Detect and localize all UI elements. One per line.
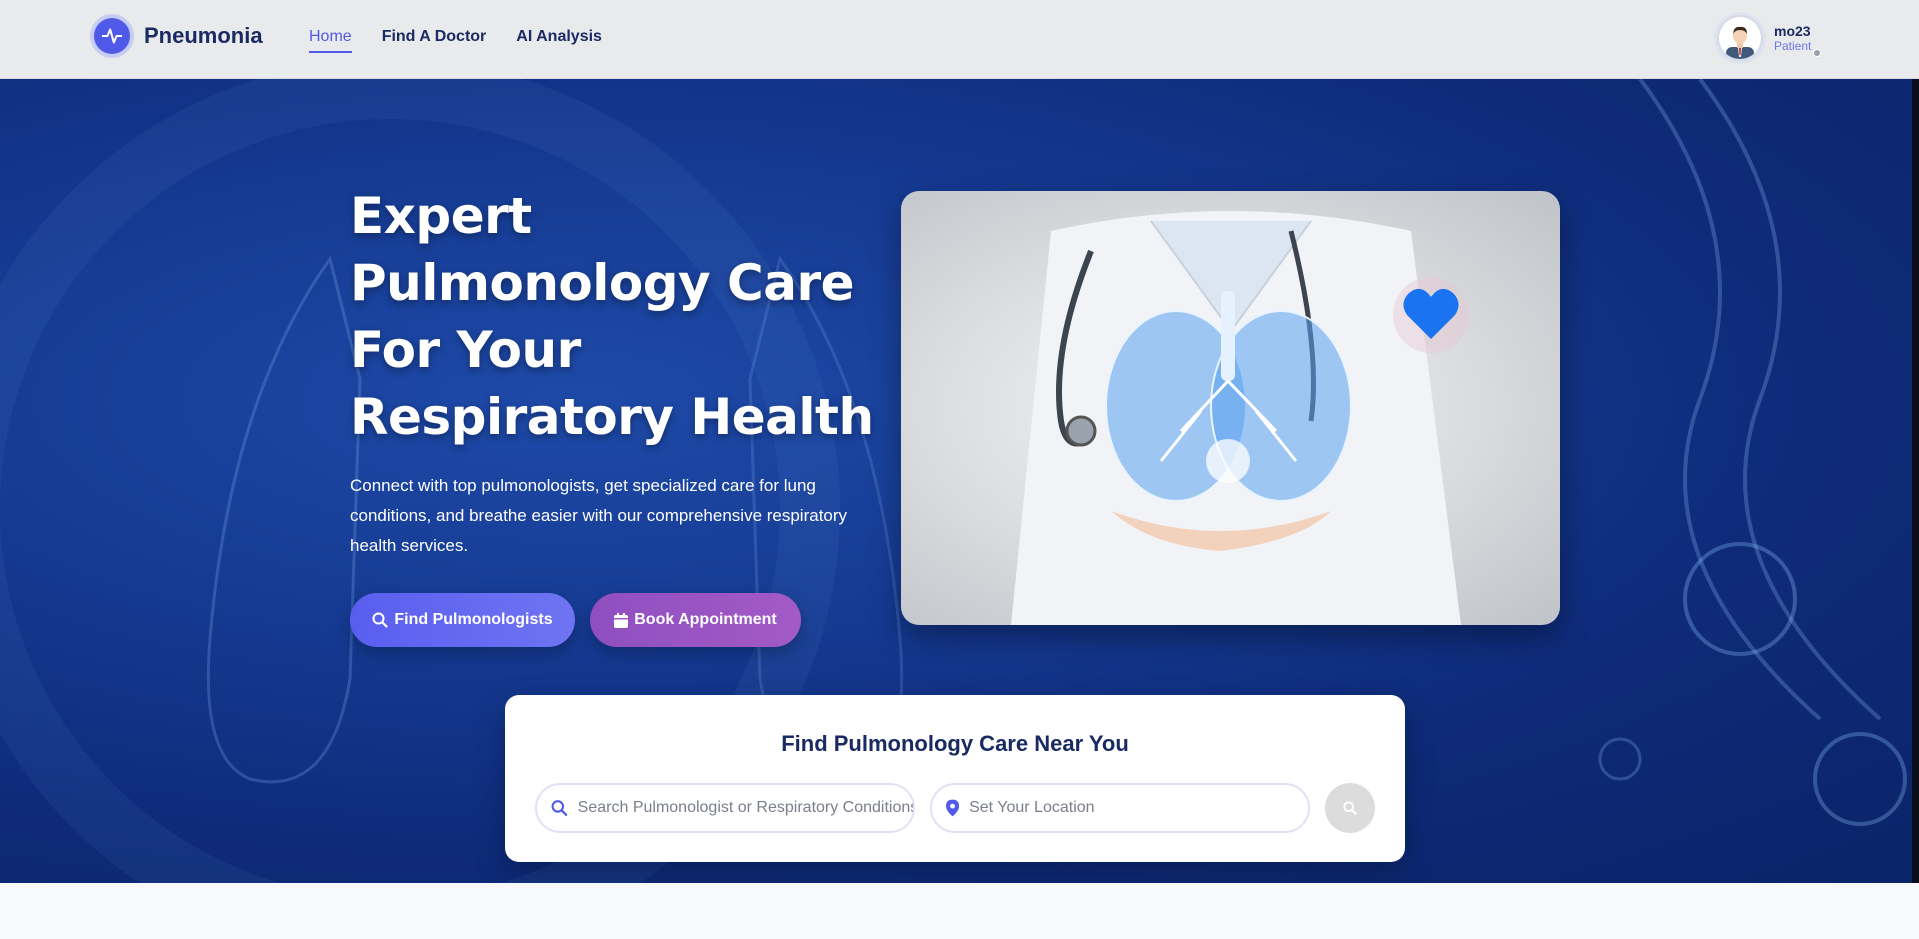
location-input[interactable] [969, 799, 1308, 817]
search-title: Find Pulmonology Care Near You [781, 731, 1129, 756]
hero-image-doctor-lungs [901, 191, 1560, 625]
search-icon [551, 800, 568, 816]
search-query-field[interactable] [535, 783, 915, 833]
calendar-icon [614, 612, 629, 628]
brand[interactable]: Pneumonia [90, 14, 263, 58]
search-icon [1343, 801, 1357, 815]
find-pulmonologists-button[interactable]: Find Pulmonologists [350, 593, 575, 647]
search-input[interactable] [577, 799, 913, 817]
nav-find-a-doctor[interactable]: Find A Doctor [382, 28, 487, 53]
search-card: Find Pulmonology Care Near You [505, 695, 1405, 862]
location-field[interactable] [930, 783, 1310, 833]
book-appointment-button[interactable]: Book Appointment [590, 593, 801, 647]
user-menu[interactable]: mo23 Patient [1714, 12, 1822, 64]
search-icon [372, 612, 388, 628]
window-edge [1912, 79, 1919, 883]
brand-name: Pneumonia [144, 23, 263, 48]
hero-description: Connect with top pulmonologists, get spe… [350, 476, 848, 555]
status-dot [1813, 49, 1822, 57]
heart-icon [1393, 277, 1469, 353]
avatar[interactable] [1714, 12, 1766, 64]
hero-title: Expert Pulmonology Care For Your Respira… [350, 187, 874, 446]
pulse-logo-icon [90, 14, 134, 58]
nav-ai-analysis[interactable]: AI Analysis [516, 28, 602, 53]
next-section-strip [0, 883, 1919, 939]
user-name: mo23 [1774, 23, 1811, 39]
location-pin-icon [946, 799, 960, 817]
user-role: Patient [1774, 39, 1822, 57]
hero-section: Expert Pulmonology Care For Your Respira… [0, 79, 1912, 883]
search-submit-button[interactable] [1325, 783, 1375, 833]
nav-home[interactable]: Home [309, 28, 352, 53]
main-nav: Home Find A Doctor AI Analysis [309, 28, 602, 53]
top-navbar: Pneumonia Home Find A Doctor AI Analysis… [0, 0, 1919, 79]
